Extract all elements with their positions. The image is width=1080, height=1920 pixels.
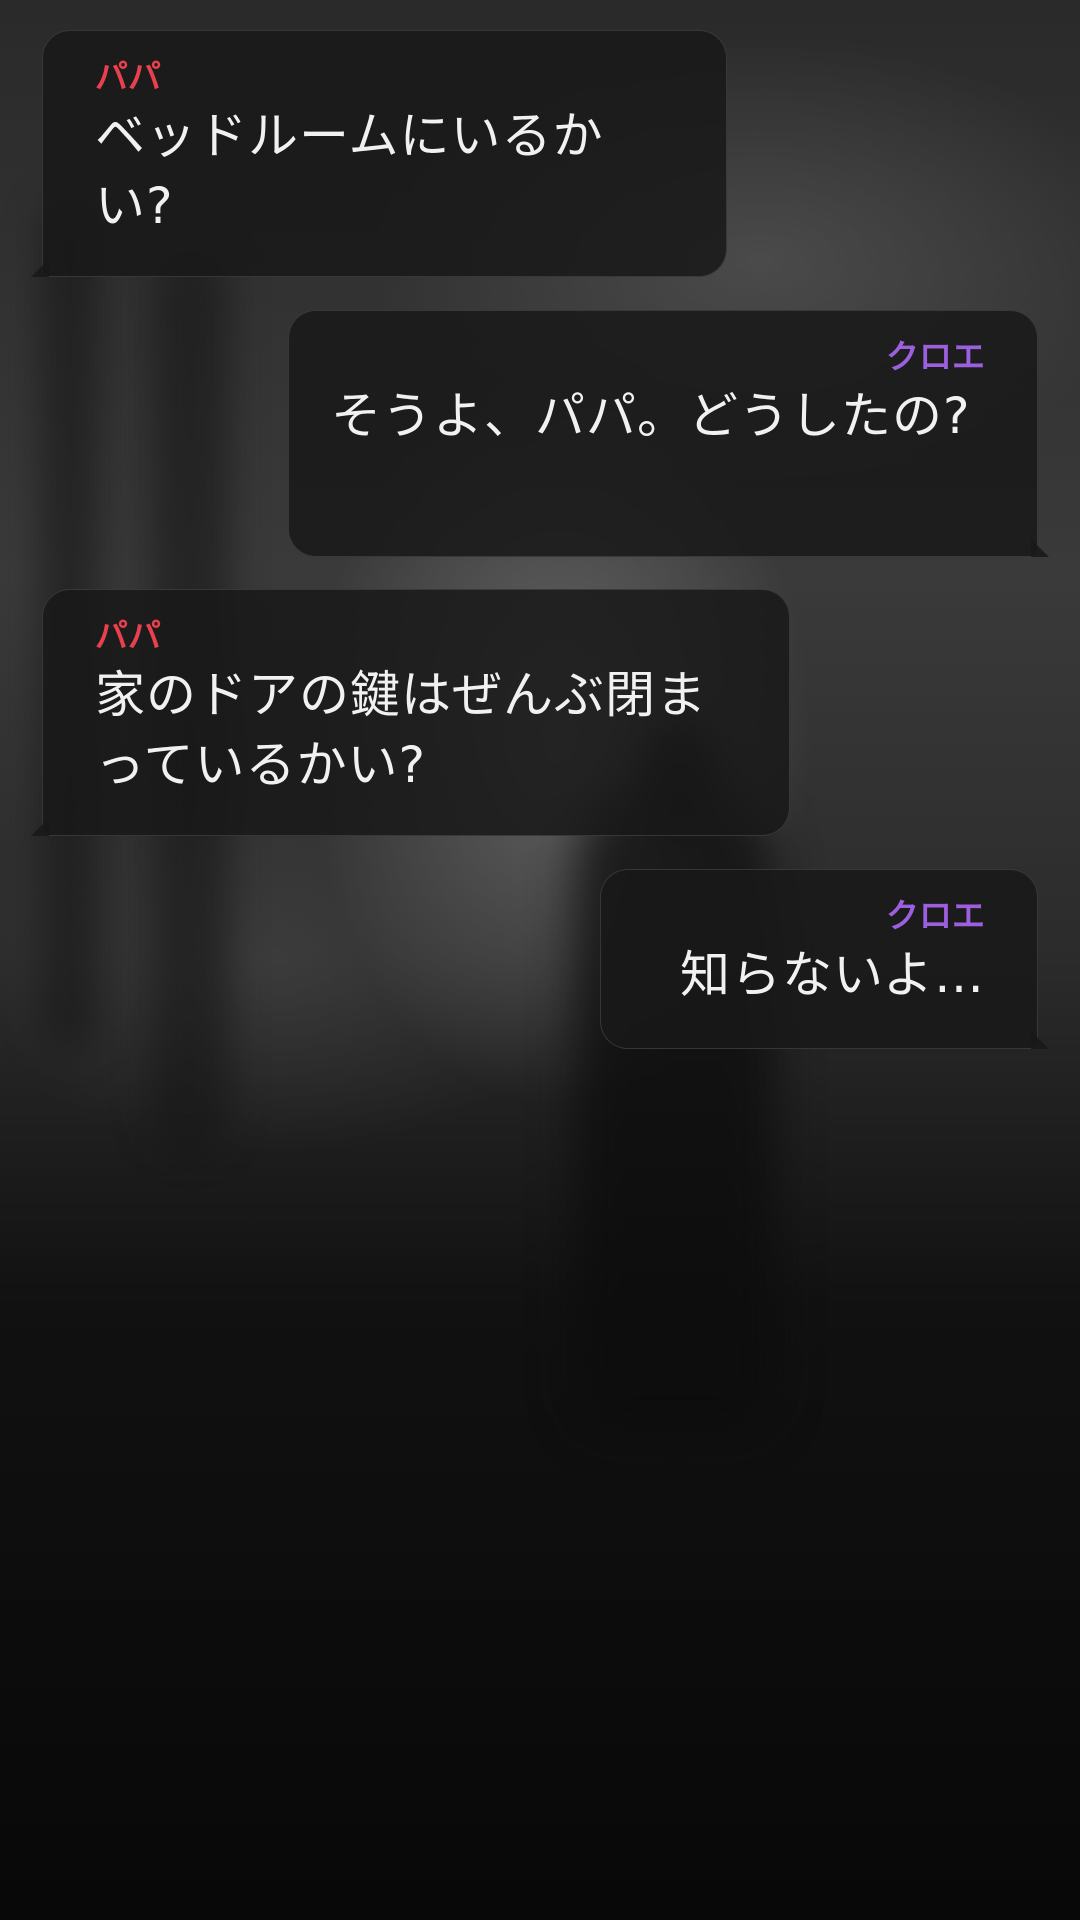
- message-text: ベッドルームにいるかい?: [95, 107, 604, 235]
- message-bubble-chloe: クロエ そうよ、パパ。どうしたの?: [288, 310, 1049, 557]
- sender-name-chloe: クロエ: [886, 896, 985, 935]
- message-bubble-chloe: クロエ 知らないよ…: [600, 869, 1049, 1049]
- message-bubble-papa: パパ ベッドルームにいるかい?: [31, 30, 727, 277]
- message-text: 家のドアの鍵はぜんぶ閉まっているかい?: [95, 666, 707, 794]
- sender-name-chloe: クロエ: [886, 337, 985, 376]
- sender-name-papa: パパ: [95, 57, 161, 96]
- message-text: 知らないよ…: [680, 946, 985, 1004]
- message-text: そうよ、パパ。どうしたの?: [331, 387, 971, 445]
- sender-name-papa: パパ: [95, 616, 161, 655]
- message-bubble-papa: パパ 家のドアの鍵はぜんぶ閉まっているかい?: [31, 589, 790, 836]
